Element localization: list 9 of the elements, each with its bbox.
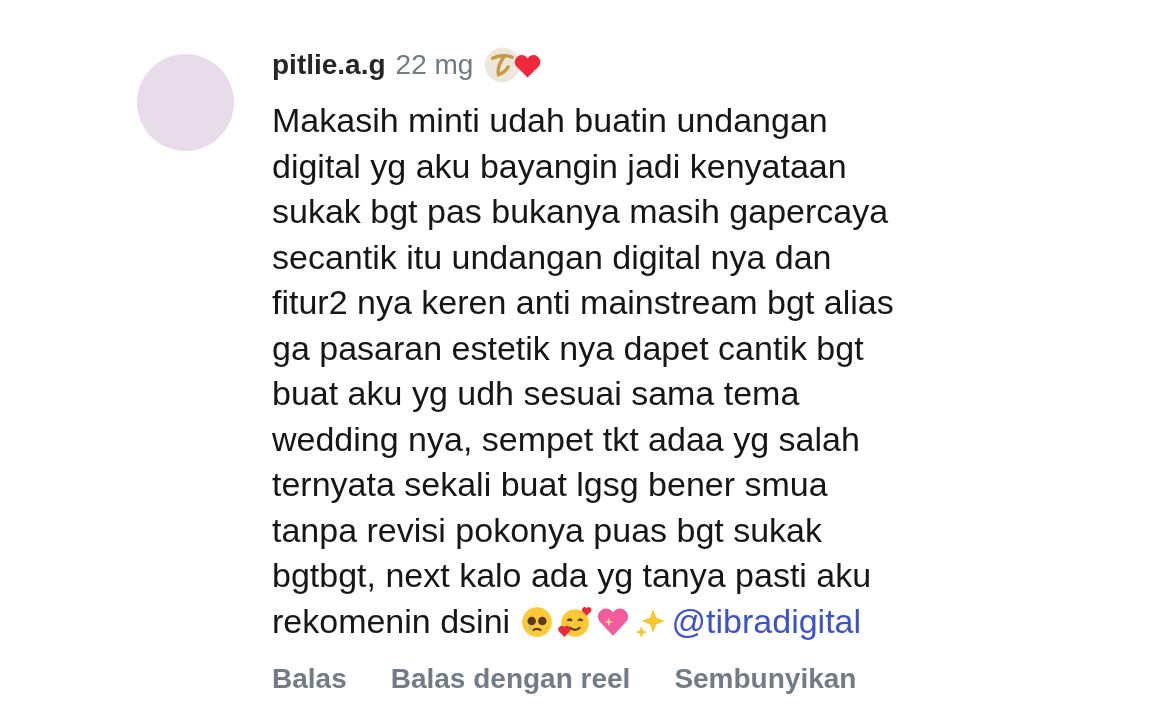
mention-link[interactable]: @tibradigital — [671, 601, 862, 640]
comment-action-link[interactable]: Balas — [272, 658, 347, 700]
comment-text: Makasih minti udah buatin undangan digital yg aku bayangin jadi kenyataan sukak bgt pas bukanya masih gapercaya secantik itu undangan digital nya dan fitur2 nya keren anti mainstream bgt alias ga pasaran estetik nya dapet cantik bgt buat aku yg udh sesuai sama tema wedding nya, sempet tkt adaa yg salah ternyata sekali buat lgsg bener smua tanpa revisi pokonya puas bgt sukak bgtbgt, next kalo ada yg tanya pasti aku rekomenin dsini @tibradigital — [272, 100, 894, 642]
comment-action-link[interactable]: Sembunyikan — [674, 658, 857, 700]
comment-action-link[interactable]: Balas dengan reel — [390, 658, 631, 700]
comment-time: 22 mg — [395, 48, 474, 82]
username[interactable]: pitlie.a.g — [272, 44, 386, 86]
pleading-face-icon — [519, 604, 554, 639]
smiling-face-hearts-icon — [557, 604, 592, 639]
